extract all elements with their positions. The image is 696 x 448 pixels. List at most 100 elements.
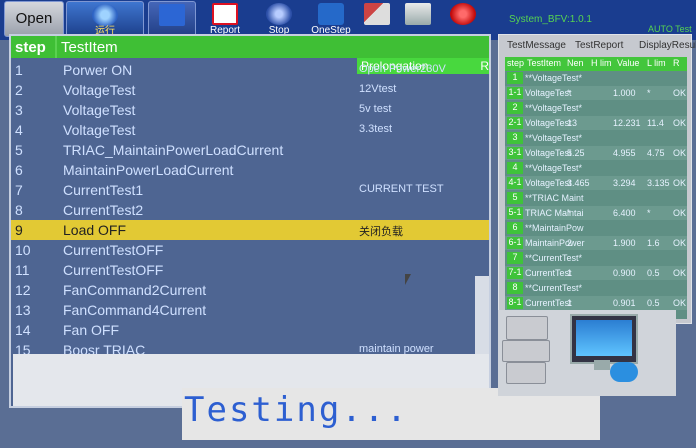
result-row[interactable]: 8-1 CurrentTest 1 0.901 0.5 OK: [505, 296, 687, 310]
result-cell-step: 6: [507, 222, 523, 234]
clipboard-button[interactable]: [398, 1, 438, 37]
result-cell-llim: *: [647, 88, 651, 98]
result-row[interactable]: 4-1 VoltageTest 3.465 3.294 3.135 OK: [505, 176, 687, 190]
result-row[interactable]: 5 **TRIAC Maint: [505, 191, 687, 205]
result-cell-value: 4.955: [613, 148, 636, 158]
step-name: VoltageTest: [63, 122, 136, 138]
testitem-column-header[interactable]: TestItem: [61, 39, 118, 56]
power-button[interactable]: [440, 1, 486, 37]
report-button[interactable]: Report: [198, 1, 252, 37]
step-row[interactable]: 12 FanCommand2Current: [11, 280, 489, 300]
result-row[interactable]: 7-1 CurrentTest 1 0.900 0.5 OK: [505, 266, 687, 280]
result-row[interactable]: 2 **VoltageTest*: [505, 101, 687, 115]
result-cell-llim: 3.135: [647, 178, 670, 188]
step-number: 11: [15, 262, 30, 278]
result-row[interactable]: 8 **CurrentTest*: [505, 281, 687, 295]
step-row[interactable]: 11 CurrentTestOFF: [11, 260, 489, 280]
result-cell-r: OK: [673, 208, 687, 218]
result-header-step[interactable]: step: [507, 58, 524, 68]
chart-button[interactable]: [148, 1, 196, 37]
result-row[interactable]: 1 **VoltageTest*: [505, 71, 687, 85]
step-row[interactable]: 6 MaintainPowerLoadCurrent: [11, 160, 489, 180]
result-row[interactable]: 2-1 VoltageTest 13 12.231 11.4 OK: [505, 116, 687, 130]
testing-status-text: Testing...: [184, 390, 409, 430]
result-cell-item: **VoltageTest*: [525, 103, 583, 113]
result-row[interactable]: 1-1 VoltageTest * 1.000 * OK: [505, 86, 687, 100]
step-row[interactable]: 9 Load OFF 关闭负载: [11, 220, 489, 240]
step-prolongation: CURRENT TEST: [359, 183, 444, 195]
mouse-cursor-icon: [405, 274, 417, 285]
result-row[interactable]: 3-1 VoltageTest 5.25 4.955 4.75 OK: [505, 146, 687, 160]
step-name: Fan OFF: [63, 322, 120, 338]
step-name: FanCommand4Current: [63, 302, 207, 318]
result-cell-step: 7-1: [507, 267, 523, 279]
step-prolongation: 5v test: [359, 103, 392, 115]
result-row[interactable]: 3 **VoltageTest*: [505, 131, 687, 145]
step-prolongation: 3.3test: [359, 123, 393, 135]
result-cell-llim: 4.75: [647, 148, 665, 158]
step-prolongation: 关闭负载: [359, 226, 403, 238]
open-label: Open: [15, 10, 53, 27]
result-cell-item: **CurrentTest*: [525, 283, 583, 293]
step-column-header[interactable]: step: [15, 39, 46, 56]
result-header-value[interactable]: Value: [617, 58, 639, 68]
step-name: TRIAC_MaintainPowerLoadCurrent: [63, 142, 284, 158]
system-version-label: System_BFV:1.0.1: [509, 14, 592, 25]
step-row[interactable]: 7 CurrentTest1 CURRENT TEST: [11, 180, 489, 200]
result-row[interactable]: 7 **CurrentTest*: [505, 251, 687, 265]
tab-testmessage[interactable]: TestMessage: [507, 37, 566, 55]
step-number: 12: [15, 282, 31, 298]
step-number: 5: [15, 142, 23, 158]
result-cell-llim: 1.6: [647, 238, 660, 248]
run-button[interactable]: 运行: [66, 1, 144, 37]
result-cell-r: OK: [673, 178, 687, 188]
result-header-llim[interactable]: L lim: [647, 58, 666, 68]
step-row[interactable]: 13 FanCommand4Current: [11, 300, 489, 320]
result-header-r[interactable]: R: [673, 58, 680, 68]
chart-icon: [159, 4, 185, 26]
result-cell-llim: *: [647, 208, 651, 218]
result-cell-step: 6-1: [507, 237, 523, 249]
result-cell-r: OK: [673, 148, 687, 158]
result-cell-step: 4-1: [507, 177, 523, 189]
result-header-hlim[interactable]: H lim: [591, 58, 612, 68]
result-row[interactable]: 5-1 TRIAC Maintai * 6.400 * OK: [505, 206, 687, 220]
step-row[interactable]: 3 VoltageTest 5v test: [11, 100, 489, 120]
result-cell-llim: 11.4: [647, 118, 664, 128]
tool-button[interactable]: [358, 1, 396, 37]
open-button[interactable]: Open: [4, 1, 64, 37]
result-cell-value: 1.000: [613, 88, 636, 98]
result-cell-step: 7: [507, 252, 523, 264]
step-table-header: step TestItem: [11, 36, 489, 58]
result-row[interactable]: 4 **VoltageTest*: [505, 161, 687, 175]
result-cell-nen: 5.25: [567, 148, 585, 158]
result-cell-step: 2-1: [507, 117, 523, 129]
onestep-button[interactable]: OneStep: [306, 1, 356, 37]
result-cell-item: CurrentTest: [525, 298, 572, 308]
result-header-nen[interactable]: Nen: [567, 58, 584, 68]
tab-testreport[interactable]: TestReport: [575, 37, 623, 55]
stop-button[interactable]: Stop: [254, 1, 304, 37]
side-panel: TestMessage TestReport DisplayResult ste…: [498, 34, 696, 324]
step-row[interactable]: 1 Porwer ON Open Power230V: [11, 60, 489, 80]
onestep-icon: [318, 3, 344, 25]
tab-displayresult[interactable]: DisplayResult: [639, 37, 696, 55]
result-row[interactable]: 6 **MaintainPow: [505, 221, 687, 235]
result-cell-step: 2: [507, 102, 523, 114]
stop-icon: [266, 3, 292, 25]
step-row[interactable]: 8 CurrentTest2: [11, 200, 489, 220]
step-name: CurrentTestOFF: [63, 262, 164, 278]
result-table: step TestItem Nen H lim Value L lim R 1 *…: [505, 57, 687, 319]
instrument-icon: [502, 340, 550, 362]
step-row[interactable]: 2 VoltageTest 12Vtest: [11, 80, 489, 100]
step-number: 7: [15, 182, 23, 198]
instrument-icon: [506, 362, 546, 384]
step-row[interactable]: 4 VoltageTest 3.3test: [11, 120, 489, 140]
step-name: VoltageTest: [63, 102, 136, 118]
result-cell-nen: *: [567, 88, 571, 98]
step-row[interactable]: 10 CurrentTestOFF: [11, 240, 489, 260]
step-row[interactable]: 14 Fan OFF: [11, 320, 489, 340]
result-row[interactable]: 6-1 MaintainPower 2 1.900 1.6 OK: [505, 236, 687, 250]
step-row[interactable]: 5 TRIAC_MaintainPowerLoadCurrent: [11, 140, 489, 160]
result-header-item[interactable]: TestItem: [527, 58, 561, 68]
